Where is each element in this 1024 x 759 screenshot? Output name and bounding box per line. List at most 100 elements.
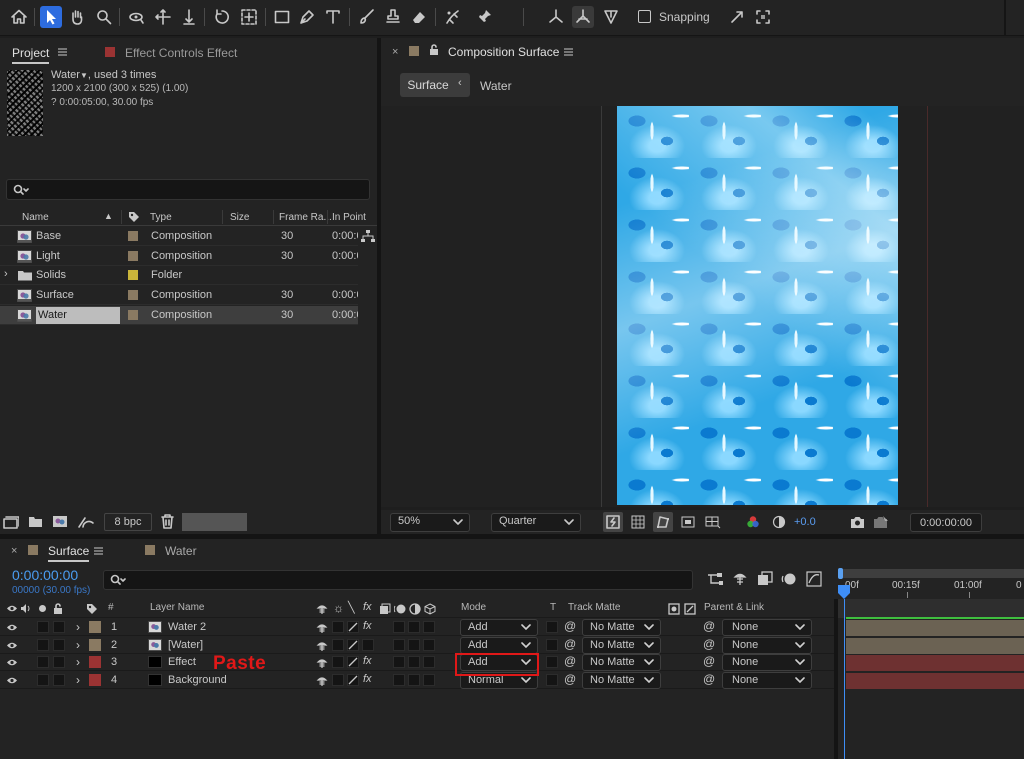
preserve-transparency-switch[interactable]	[546, 638, 558, 651]
matte-mask-icon[interactable]	[684, 603, 696, 615]
adjustment-layer-icon[interactable]	[409, 603, 421, 615]
label-color-swatch[interactable]	[128, 250, 138, 261]
collapse-switch[interactable]	[332, 638, 344, 651]
rectangle-icon[interactable]	[271, 6, 293, 28]
parent-dropdown[interactable]: None	[722, 636, 812, 654]
audio-speaker-icon[interactable]	[20, 603, 32, 614]
clone-stamp-icon[interactable]	[382, 6, 404, 28]
fast-previews-icon[interactable]	[603, 512, 623, 532]
layer-duration-bar[interactable]	[846, 655, 1024, 672]
project-item-row[interactable]: › Solids Folder	[0, 266, 358, 286]
layer-name[interactable]: Effect	[168, 656, 196, 668]
expand-arrow-icon[interactable]: ›	[76, 638, 80, 652]
layer-name[interactable]: Water 2	[168, 621, 206, 633]
column-type[interactable]: Type	[150, 212, 172, 223]
expand-arrow-icon[interactable]: ›	[4, 268, 8, 280]
track-area[interactable]	[834, 599, 838, 759]
parent-pick-whip-icon[interactable]: @	[703, 654, 715, 668]
motion-blur-switch[interactable]	[408, 674, 420, 687]
timeline-timecode[interactable]: 0:00:00:00	[12, 567, 78, 583]
dolly-icon[interactable]	[178, 6, 200, 28]
lock-switch[interactable]	[53, 656, 65, 669]
mask-visibility-icon[interactable]	[653, 512, 673, 532]
zoom-icon[interactable]	[93, 6, 115, 28]
shy-switch-icon[interactable]	[316, 640, 328, 652]
roto-brush-icon[interactable]	[442, 6, 464, 28]
adjust-settings-icon[interactable]	[77, 515, 95, 529]
region-of-interest-icon[interactable]	[678, 512, 698, 532]
solo-switch[interactable]	[37, 621, 49, 633]
quality-switch-icon[interactable]: ╲	[348, 601, 355, 614]
parent-dropdown[interactable]: None	[722, 619, 812, 636]
layer-row[interactable]: › 4 Background fx Normal @ No Matte @ No…	[0, 672, 834, 690]
label-color-swatch[interactable]	[128, 231, 138, 241]
collapse-switch[interactable]	[332, 621, 344, 633]
type-icon[interactable]	[322, 6, 344, 28]
selection-icon[interactable]	[40, 6, 62, 28]
motion-blur-icon[interactable]	[781, 571, 797, 587]
expand-arrow-icon[interactable]: ›	[76, 620, 80, 634]
collapse-switch[interactable]	[332, 656, 344, 669]
solo-switch[interactable]	[37, 656, 49, 669]
new-composition-icon[interactable]	[52, 515, 68, 528]
parent-pick-whip-icon[interactable]: @	[703, 637, 715, 651]
column-frame-rate[interactable]: Frame Ra...	[279, 212, 332, 223]
frame-blend-switch[interactable]	[393, 638, 405, 651]
motion-blur-switch[interactable]	[408, 656, 420, 669]
layer-row[interactable]: › 1 Water 2 fx Add @ No Matte @ None	[0, 619, 834, 636]
work-area-start-handle[interactable]	[838, 568, 843, 579]
project-item-row[interactable]: Light Composition 30 0:00:0	[0, 247, 358, 266]
frame-blend-switch[interactable]	[393, 656, 405, 669]
time-ruler[interactable]: 00f 00:15f 01:00f 0	[838, 567, 1024, 599]
world-axis-icon[interactable]	[545, 6, 567, 28]
grid-guide-icon[interactable]	[703, 512, 723, 532]
home-icon[interactable]	[8, 6, 30, 28]
frame-blending-icon[interactable]	[757, 571, 773, 587]
label-color-swatch[interactable]	[128, 309, 138, 320]
column-layer-name[interactable]: Layer Name	[150, 602, 204, 613]
lock-switch[interactable]	[53, 638, 65, 651]
lock-switch[interactable]	[53, 621, 65, 633]
pick-whip-icon[interactable]: @	[564, 619, 576, 633]
column-size[interactable]: Size	[230, 212, 249, 223]
parent-pick-whip-icon[interactable]: @	[703, 672, 715, 686]
mode-dropdown[interactable]: Add	[460, 619, 538, 636]
layer-row[interactable]: › 2 [Water] Add @ No Matte @ None	[0, 636, 834, 654]
shy-layers-icon[interactable]	[732, 571, 748, 587]
comp-timecode[interactable]: 0:00:00:00	[910, 513, 982, 532]
3d-layer-icon[interactable]	[424, 603, 436, 615]
effect-fx-icon[interactable]: fx	[363, 601, 372, 613]
comp-tab[interactable]: Composition Surface	[448, 45, 559, 59]
parent-dropdown[interactable]: None	[722, 672, 812, 690]
shy-switch-icon[interactable]	[316, 675, 328, 687]
trash-icon[interactable]	[161, 514, 174, 529]
comp-viewer[interactable]	[381, 106, 1024, 507]
layer-label-swatch[interactable]	[89, 621, 101, 633]
lock-icon[interactable]	[429, 44, 439, 56]
project-tab[interactable]: Project	[12, 46, 50, 64]
pan-behind-icon[interactable]	[238, 6, 260, 28]
track-matte-dropdown[interactable]: No Matte	[582, 619, 661, 636]
local-axis-icon[interactable]	[572, 6, 594, 28]
project-item-row[interactable]: Base Composition 30 0:00:0	[0, 227, 358, 246]
layer-duration-bar[interactable]	[846, 620, 1024, 636]
sort-up-icon[interactable]: ▲	[104, 211, 113, 221]
track-matte-dropdown[interactable]: No Matte	[582, 636, 661, 654]
column-in-point[interactable]: In Point	[332, 212, 366, 223]
track-matte-dropdown[interactable]: No Matte	[582, 672, 661, 690]
label-tag-icon[interactable]	[128, 211, 140, 223]
frame-blend-switch-icon[interactable]	[379, 603, 391, 615]
lock-switch[interactable]	[53, 674, 65, 687]
effect-fx-icon[interactable]: fx	[363, 620, 372, 632]
frame-blend-switch[interactable]	[393, 674, 405, 687]
pan-icon[interactable]	[152, 6, 174, 28]
motion-blur-switch[interactable]	[408, 638, 420, 651]
zoom-dropdown[interactable]: 50%	[390, 513, 470, 532]
project-item-row[interactable]: Water Composition 30 0:00:0	[0, 305, 358, 325]
timeline-tab-water[interactable]: Water	[165, 544, 197, 558]
column-name[interactable]: Name	[22, 212, 49, 223]
breadcrumb-water[interactable]: Water	[480, 79, 512, 93]
comp-mini-flowchart-icon[interactable]	[707, 572, 723, 586]
rotate-icon[interactable]	[211, 6, 233, 28]
layer-label-swatch[interactable]	[89, 656, 101, 669]
